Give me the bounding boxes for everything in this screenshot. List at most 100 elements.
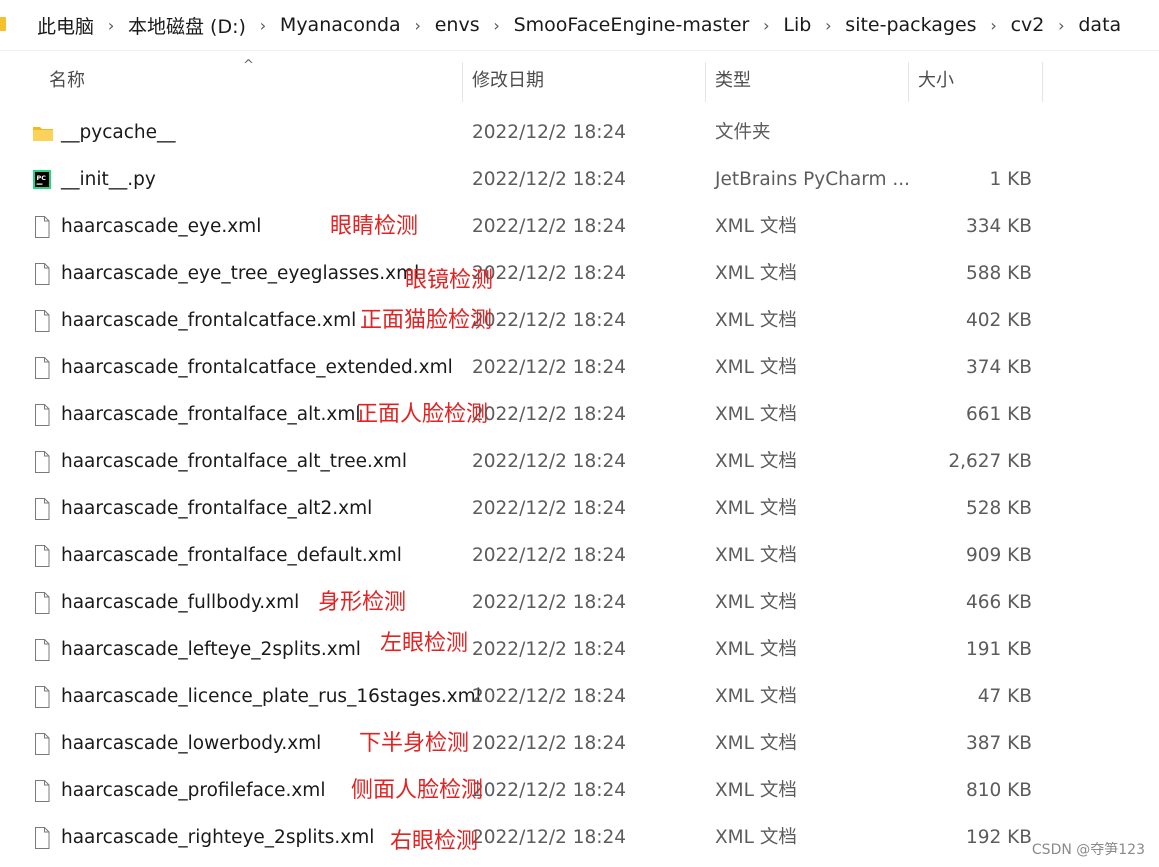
file-type: XML 文档 bbox=[715, 827, 797, 848]
column-divider[interactable] bbox=[908, 62, 909, 102]
file-size: 192 KB bbox=[965, 827, 1032, 848]
file-type: XML 文档 bbox=[715, 310, 797, 331]
breadcrumb-items: 此电脑 › 本地磁盘 (D:) › Myanaconda › envs › SmooFaceEn… bbox=[37, 0, 1121, 50]
file-size: 466 KB bbox=[965, 592, 1032, 613]
file-type: XML 文档 bbox=[715, 216, 797, 237]
chevron-right-icon[interactable]: › bbox=[246, 16, 280, 35]
file-type: XML 文档 bbox=[715, 545, 797, 566]
column-divider[interactable] bbox=[1042, 62, 1043, 102]
file-row[interactable]: haarcascade_frontalcatface.xml 2022/12/2 … bbox=[0, 297, 1159, 344]
column-divider[interactable] bbox=[462, 62, 463, 102]
file-size: 810 KB bbox=[965, 780, 1032, 801]
file-row[interactable]: PC __init__.py 2022/12/2 18:24 JetBrains Py… bbox=[0, 156, 1159, 203]
pycharm-file-icon: PC bbox=[32, 168, 52, 192]
file-icon bbox=[32, 403, 52, 427]
breadcrumb-item[interactable]: SmooFaceEngine-master bbox=[514, 14, 750, 36]
annotation-note: 左眼检测 bbox=[380, 631, 469, 656]
file-size: 661 KB bbox=[965, 404, 1032, 425]
file-row[interactable]: haarcascade_profileface.xml 2022/12/2 18:… bbox=[0, 767, 1159, 814]
column-size[interactable]: 大小 bbox=[918, 60, 954, 102]
breadcrumb-item[interactable]: data bbox=[1078, 14, 1121, 36]
file-name: haarcascade_frontalface_alt_tree.xml bbox=[61, 451, 407, 472]
file-icon bbox=[32, 544, 52, 568]
breadcrumb-item[interactable]: cv2 bbox=[1011, 14, 1045, 36]
file-list: __pycache__ 2022/12/2 18:24 文件夹 PC __init__.… bbox=[0, 109, 1159, 861]
sort-ascending-icon: ^ bbox=[243, 58, 254, 73]
breadcrumb-item[interactable]: envs bbox=[435, 14, 480, 36]
file-name: __pycache__ bbox=[61, 122, 176, 143]
chevron-right-icon[interactable]: › bbox=[94, 16, 128, 35]
file-row[interactable]: haarcascade_eye.xml 2022/12/2 18:24 XML 文档… bbox=[0, 203, 1159, 250]
file-name: haarcascade_fullbody.xml bbox=[61, 592, 300, 613]
file-date: 2022/12/2 18:24 bbox=[472, 733, 627, 754]
breadcrumb-item[interactable]: Lib bbox=[783, 14, 811, 36]
file-row[interactable]: haarcascade_righteye_2splits.xml 2022/12/… bbox=[0, 814, 1159, 861]
file-row[interactable]: haarcascade_frontalface_default.xml 2022/… bbox=[0, 532, 1159, 579]
file-row[interactable]: haarcascade_frontalface_alt2.xml 2022/12/… bbox=[0, 485, 1159, 532]
file-row[interactable]: haarcascade_fullbody.xml 2022/12/2 18:24 X… bbox=[0, 579, 1159, 626]
file-type: XML 文档 bbox=[715, 263, 797, 284]
file-size: 402 KB bbox=[965, 310, 1032, 331]
file-date: 2022/12/2 18:24 bbox=[472, 451, 627, 472]
file-name: haarcascade_eye_tree_eyeglasses.xml bbox=[61, 263, 420, 284]
file-row[interactable]: haarcascade_licence_plate_rus_16stages.x… bbox=[0, 673, 1159, 720]
column-name[interactable]: 名称 bbox=[49, 60, 85, 102]
annotation-note: 正面猫脸检测 bbox=[360, 308, 493, 333]
file-size: 334 KB bbox=[965, 216, 1032, 237]
file-name: haarcascade_licence_plate_rus_16stages.x… bbox=[61, 686, 481, 707]
breadcrumb-item[interactable]: site-packages bbox=[845, 14, 976, 36]
column-header: ^ 名称 修改日期 类型 大小 bbox=[0, 58, 1159, 102]
breadcrumb-item[interactable]: 此电脑 bbox=[37, 12, 94, 39]
file-icon bbox=[32, 262, 52, 286]
file-name: haarcascade_frontalcatface.xml bbox=[61, 310, 357, 331]
file-date: 2022/12/2 18:24 bbox=[472, 169, 627, 190]
file-row[interactable]: __pycache__ 2022/12/2 18:24 文件夹 bbox=[0, 109, 1159, 156]
file-type: 文件夹 bbox=[715, 122, 771, 143]
file-size: 1 KB bbox=[989, 169, 1032, 190]
file-name: haarcascade_lowerbody.xml bbox=[61, 733, 322, 754]
file-name: haarcascade_eye.xml bbox=[61, 216, 262, 237]
file-type: XML 文档 bbox=[715, 733, 797, 754]
chevron-right-icon[interactable]: › bbox=[480, 16, 514, 35]
file-date: 2022/12/2 18:24 bbox=[472, 639, 627, 660]
breadcrumb-item[interactable]: Myanaconda bbox=[280, 14, 401, 36]
breadcrumb-item[interactable]: 本地磁盘 (D:) bbox=[128, 12, 246, 39]
annotation-note: 右眼检测 bbox=[390, 829, 479, 854]
file-icon bbox=[32, 685, 52, 709]
file-row[interactable]: haarcascade_frontalcatface_extended.xml 2… bbox=[0, 344, 1159, 391]
file-icon bbox=[32, 215, 52, 239]
file-date: 2022/12/2 18:24 bbox=[472, 827, 627, 848]
file-type: XML 文档 bbox=[715, 592, 797, 613]
file-icon bbox=[32, 826, 52, 850]
file-row[interactable]: haarcascade_frontalface_alt_tree.xml 2022… bbox=[0, 438, 1159, 485]
column-type[interactable]: 类型 bbox=[715, 60, 751, 102]
file-type: XML 文档 bbox=[715, 404, 797, 425]
chevron-right-icon[interactable]: › bbox=[977, 16, 1011, 35]
chevron-right-icon[interactable]: › bbox=[749, 16, 783, 35]
chevron-right-icon[interactable]: › bbox=[401, 16, 435, 35]
file-name: __init__.py bbox=[61, 169, 156, 190]
file-type: XML 文档 bbox=[715, 498, 797, 519]
column-divider[interactable] bbox=[705, 62, 706, 102]
annotation-note: 下半身检测 bbox=[359, 731, 470, 756]
file-name: haarcascade_lefteye_2splits.xml bbox=[61, 639, 361, 660]
breadcrumb: 此电脑 › 本地磁盘 (D:) › Myanaconda › envs › SmooFaceEn… bbox=[0, 0, 1159, 51]
annotation-note: 正面人脸检测 bbox=[356, 402, 489, 427]
file-size: 47 KB bbox=[977, 686, 1032, 707]
file-icon bbox=[32, 450, 52, 474]
file-row[interactable]: haarcascade_eye_tree_eyeglasses.xml 2022/… bbox=[0, 250, 1159, 297]
file-date: 2022/12/2 18:24 bbox=[472, 686, 627, 707]
column-date[interactable]: 修改日期 bbox=[472, 60, 544, 102]
chevron-right-icon[interactable]: › bbox=[1044, 16, 1078, 35]
file-size: 909 KB bbox=[965, 545, 1032, 566]
file-icon bbox=[32, 638, 52, 662]
file-row[interactable]: haarcascade_lefteye_2splits.xml 2022/12/2… bbox=[0, 626, 1159, 673]
file-row[interactable]: haarcascade_frontalface_alt.xml 2022/12/2… bbox=[0, 391, 1159, 438]
chevron-right-icon[interactable]: › bbox=[811, 16, 845, 35]
folder-icon bbox=[0, 17, 6, 31]
file-size: 2,627 KB bbox=[948, 451, 1032, 472]
annotation-note: 眼睛检测 bbox=[330, 214, 419, 239]
file-type: XML 文档 bbox=[715, 639, 797, 660]
file-row[interactable]: haarcascade_lowerbody.xml 2022/12/2 18:24… bbox=[0, 720, 1159, 767]
file-icon bbox=[32, 779, 52, 803]
